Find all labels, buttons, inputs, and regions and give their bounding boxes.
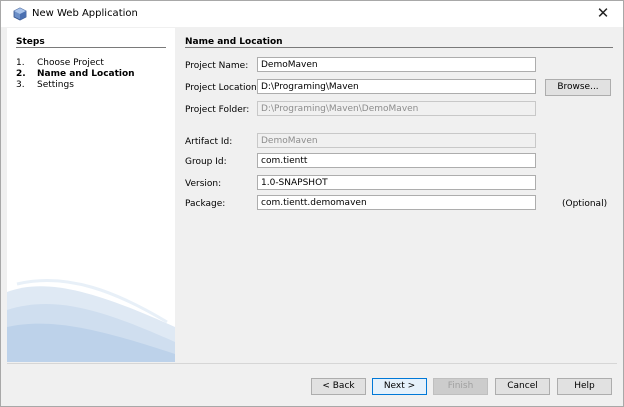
button-bar-divider [7, 363, 617, 364]
close-icon[interactable]: ✕ [583, 1, 623, 27]
title-bar: New Web Application ✕ [1, 1, 623, 27]
artifact-id-label: Artifact Id: [185, 137, 233, 147]
step-label: Settings [37, 80, 74, 90]
back-button[interactable]: < Back [311, 378, 366, 395]
steps-title: Steps [16, 37, 45, 47]
package-label: Package: [185, 199, 226, 209]
project-folder-label: Project Folder: [185, 105, 250, 115]
artifact-id-field [257, 133, 536, 148]
finish-button: Finish [433, 378, 488, 395]
version-field[interactable] [257, 175, 536, 190]
browse-button[interactable]: Browse... [545, 79, 611, 96]
project-location-field[interactable] [257, 79, 536, 94]
help-button[interactable]: Help [557, 378, 612, 395]
next-button[interactable]: Next > [372, 378, 427, 395]
project-name-field[interactable] [257, 57, 536, 72]
cancel-button[interactable]: Cancel [495, 378, 550, 395]
step-number: 3. [16, 80, 25, 90]
window-title: New Web Application [32, 8, 138, 19]
step-number: 1. [16, 58, 25, 68]
step-number: 2. [16, 69, 26, 79]
steps-divider [16, 47, 166, 48]
name-and-location-panel: Name and Location Project Name: Project … [176, 28, 622, 362]
group-id-label: Group Id: [185, 157, 227, 167]
decorative-swoosh-graphic [7, 279, 175, 362]
steps-panel: Steps 1. Choose Project 2. Name and Locati… [7, 28, 175, 362]
step-name-and-location: 2. Name and Location [16, 69, 135, 80]
project-name-label: Project Name: [185, 61, 249, 71]
package-field[interactable] [257, 195, 536, 210]
group-id-field[interactable] [257, 153, 536, 168]
section-divider [185, 47, 613, 48]
step-label: Name and Location [37, 69, 135, 79]
project-location-label: Project Location: [185, 83, 260, 93]
new-web-application-dialog: New Web Application ✕ Steps 1. Choose Pro… [0, 0, 624, 407]
version-label: Version: [185, 179, 222, 189]
project-folder-field [257, 101, 536, 116]
package-optional-note: (Optional) [562, 199, 608, 209]
netbeans-cube-icon [13, 7, 27, 21]
step-choose-project: 1. Choose Project [16, 58, 135, 69]
step-label: Choose Project [37, 58, 104, 68]
step-settings: 3. Settings [16, 80, 135, 91]
steps-list: 1. Choose Project 2. Name and Location 3. S… [16, 58, 135, 91]
section-title: Name and Location [185, 37, 283, 47]
